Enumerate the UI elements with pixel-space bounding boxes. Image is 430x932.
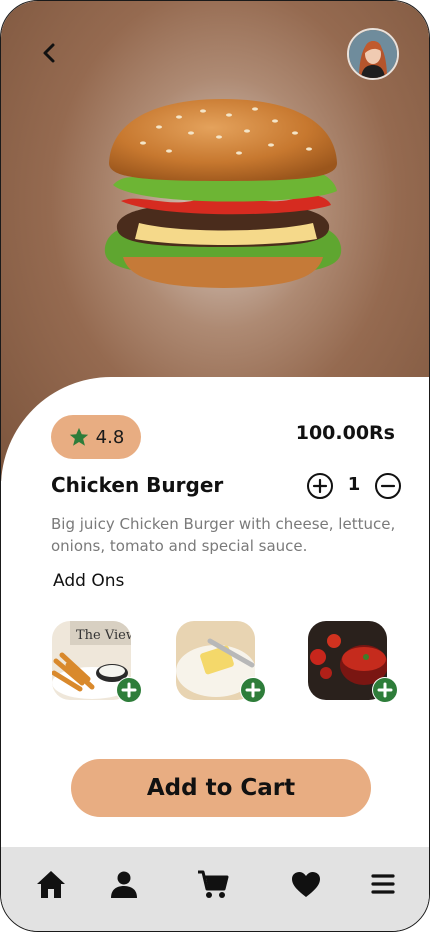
addon-item-fries[interactable]: The View bbox=[52, 621, 142, 703]
rating-value: 4.8 bbox=[95, 426, 125, 448]
product-description: Big juicy Chicken Burger with cheese, le… bbox=[51, 515, 396, 555]
increase-plus-icon[interactable] bbox=[306, 472, 334, 500]
add-addon-plus-icon[interactable] bbox=[116, 677, 142, 703]
bottom-navbar bbox=[1, 847, 429, 931]
avatar-portrait-icon bbox=[349, 30, 397, 78]
phone-frame: 4.8 100.00Rs Chicken Burger 1 Big juicy … bbox=[0, 0, 430, 932]
product-title: Chicken Burger bbox=[51, 473, 224, 497]
decrease-minus-icon[interactable] bbox=[374, 472, 402, 500]
star-icon bbox=[69, 427, 88, 446]
avatar[interactable] bbox=[347, 28, 399, 80]
cart-icon[interactable] bbox=[196, 867, 230, 901]
burger-image bbox=[104, 99, 342, 288]
quantity-stepper: 1 bbox=[306, 471, 402, 501]
user-icon[interactable] bbox=[107, 867, 141, 901]
rating-badge: 4.8 bbox=[51, 415, 141, 459]
addon-item-butter[interactable] bbox=[176, 621, 266, 703]
svg-text:The View: The View bbox=[76, 628, 131, 643]
heart-icon[interactable] bbox=[289, 867, 323, 901]
quantity-value: 1 bbox=[347, 474, 361, 495]
add-addon-plus-icon[interactable] bbox=[372, 677, 398, 703]
product-price: 100.00Rs bbox=[295, 422, 395, 444]
add-to-cart-button[interactable]: Add to Cart bbox=[71, 759, 371, 817]
back-chevron-icon[interactable] bbox=[35, 39, 63, 67]
add-addon-plus-icon[interactable] bbox=[240, 677, 266, 703]
home-icon[interactable] bbox=[34, 867, 68, 901]
addons-heading: Add Ons bbox=[53, 571, 125, 591]
addon-item-sauce[interactable] bbox=[308, 621, 398, 703]
menu-icon[interactable] bbox=[366, 867, 400, 901]
